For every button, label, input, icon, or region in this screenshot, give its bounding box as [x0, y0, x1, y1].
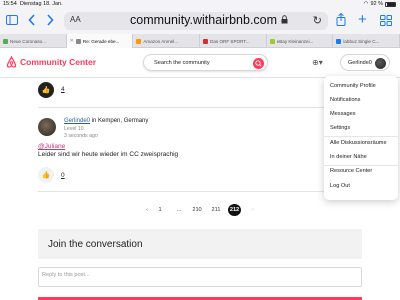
post-body-text: Leider sind wir heute wieder im CC zweis…	[38, 151, 179, 158]
search-button[interactable]	[253, 58, 264, 69]
share-icon[interactable]	[336, 12, 346, 28]
pagination-current-page: 212	[228, 204, 241, 216]
join-conversation-section: Join the conversation	[38, 229, 362, 259]
status-date: Dienstag 18. Jan.	[19, 1, 63, 7]
tab-favicon-icon	[3, 38, 8, 44]
address-bar[interactable]: AA community.withairbnb.com ↻	[64, 12, 328, 30]
menu-item-log-out[interactable]: Log Out	[330, 183, 350, 189]
username: Gerlinde0	[348, 60, 372, 66]
search-icon	[255, 60, 262, 67]
avatar	[375, 58, 386, 69]
post-divider	[38, 191, 324, 192]
menu-divider	[324, 165, 398, 166]
lock-icon	[281, 15, 288, 24]
menu-divider	[324, 136, 398, 137]
reply-placeholder: Reply to this post...	[42, 272, 90, 278]
browser-tab[interactable]: eBay Kleinanzei...	[267, 34, 334, 48]
status-right: ◠ 92 %	[364, 1, 396, 7]
post-divider	[38, 107, 324, 108]
menu-item-notifications[interactable]: Notifications	[330, 97, 360, 103]
thumbs-up-icon: 👍	[41, 87, 51, 94]
battery-icon	[385, 1, 396, 7]
back-icon[interactable]	[28, 14, 36, 28]
wifi-icon: ◠	[363, 1, 369, 7]
menu-item-messages[interactable]: Messages	[330, 111, 356, 117]
thumbs-up-icon: 👍	[41, 172, 51, 179]
post-author-location: in Kempen, Germany	[90, 118, 149, 124]
user-dropdown-menu: Community Profile Notifications Messages…	[324, 76, 398, 200]
airbnb-logo-icon	[6, 56, 17, 68]
pagination-next-button: ›	[252, 207, 254, 213]
pagination-ellipsis: ...	[176, 207, 182, 213]
pagination-prev-button[interactable]: ‹	[140, 204, 154, 216]
search-input[interactable]: Search the community	[143, 54, 268, 71]
post-author-level: Level 10	[64, 126, 84, 132]
reply-input[interactable]: Reply to this post...	[38, 267, 362, 287]
language-globe-icon[interactable]: ⊕▾	[312, 58, 323, 67]
url-text[interactable]: community.withairbnb.com	[130, 13, 288, 27]
browser-tab[interactable]: Amazon Anmel...	[133, 34, 201, 48]
post-mention-link[interactable]: @Juliane	[38, 143, 65, 150]
tab-overview-icon[interactable]	[380, 15, 392, 28]
new-tab-icon[interactable]: +	[358, 12, 367, 27]
like-count[interactable]: 0	[61, 172, 65, 179]
tab-favicon-icon	[269, 38, 275, 44]
menu-item-alle-diskussionsraeume[interactable]: Alle Diskussionsräume	[330, 140, 387, 146]
forward-icon[interactable]	[46, 14, 54, 28]
menu-item-settings[interactable]: Settings	[330, 125, 350, 131]
menu-item-resource-center[interactable]: Resource Center	[330, 168, 372, 174]
browser-tab-active[interactable]: ✕ Re: Gerade ebe...	[66, 34, 134, 48]
battery-percent: 92 %	[370, 1, 383, 7]
tab-favicon-icon	[75, 38, 81, 44]
community-logo[interactable]: Community Center	[6, 56, 96, 68]
tab-favicon-icon	[136, 38, 142, 44]
join-conversation-title: Join the conversation	[48, 239, 143, 250]
site-header: Community Center Search the community ⊕▾…	[0, 48, 400, 78]
status-bar: 15:54 Dienstag 18. Jan. ◠ 92 %	[0, 0, 400, 8]
pagination-page[interactable]: 210	[190, 204, 204, 216]
logo-text: Community Center	[20, 57, 97, 67]
menu-item-in-deiner-naehe[interactable]: In deiner Nähe	[330, 154, 367, 160]
browser-tab[interactable]: Neue Coronaso...	[0, 34, 67, 48]
post-author-avatar[interactable]	[38, 118, 56, 136]
browser-toolbar: AA community.withairbnb.com ↻ +	[0, 8, 400, 34]
tab-favicon-icon	[203, 38, 209, 44]
menu-item-community-profile[interactable]: Community Profile	[330, 83, 376, 89]
search-placeholder: Search the community	[154, 60, 210, 66]
tab-bar: Neue Coronaso... ✕ Re: Gerade ebe... Amaz…	[0, 34, 400, 48]
browser-tab[interactable]: Das ORF SPORT...	[200, 34, 267, 48]
like-button[interactable]: 👍	[38, 82, 54, 98]
post-timestamp: 3 seconds ago	[64, 133, 98, 139]
reload-icon[interactable]: ↻	[313, 14, 322, 27]
post-author-link[interactable]: Gerlinde0	[64, 118, 90, 124]
reader-aa-button[interactable]: AA	[70, 15, 81, 24]
browser-tab[interactable]: labbuz Single C...	[333, 34, 400, 48]
sidebar-icon[interactable]	[6, 15, 18, 27]
user-menu-button[interactable]: Gerlinde0	[340, 54, 390, 71]
like-count[interactable]: 4	[61, 86, 65, 93]
status-time: 15:54 Dienstag 18. Jan.	[3, 1, 63, 7]
post-author-line: Gerlinde0 in Kempen, Germany	[64, 118, 148, 124]
pagination-page[interactable]: 211	[209, 204, 223, 216]
pagination-page[interactable]: 1	[153, 204, 167, 216]
close-tab-icon[interactable]: ✕	[70, 38, 74, 44]
tab-favicon-icon	[336, 38, 342, 44]
like-button[interactable]: 👍	[38, 167, 54, 183]
